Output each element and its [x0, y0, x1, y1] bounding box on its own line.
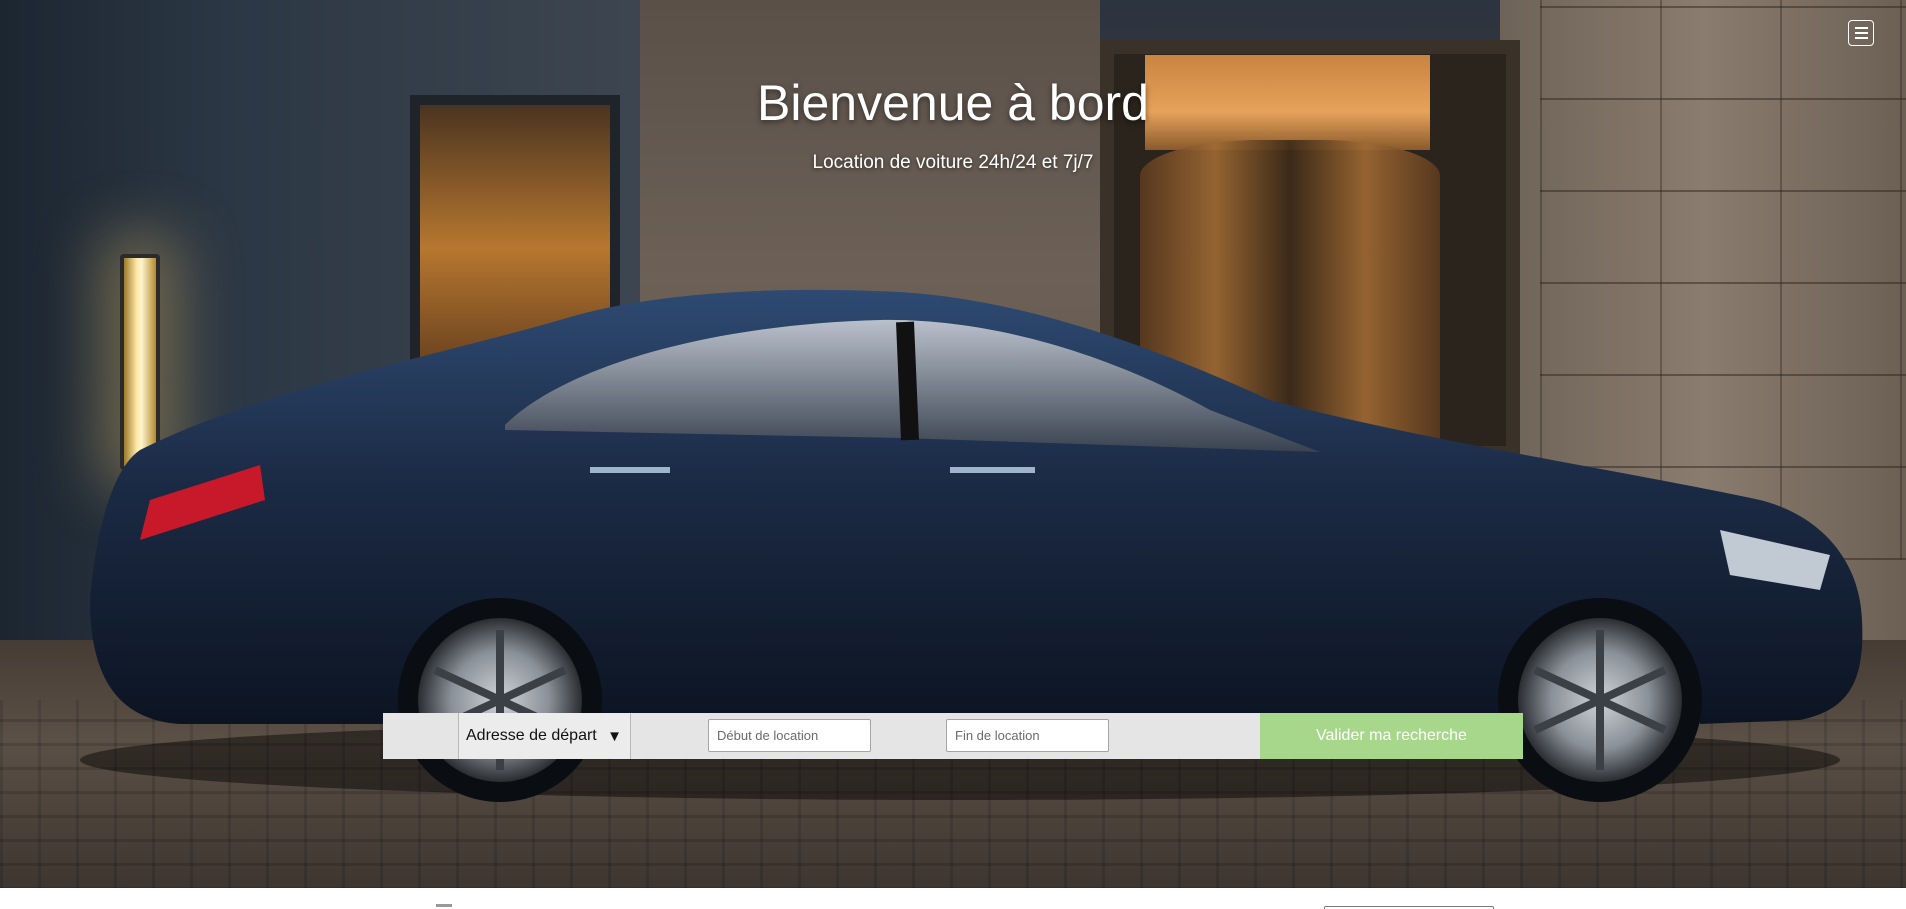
menu-line — [1854, 27, 1868, 29]
search-form: Adresse de départ ▼ Valider ma recherche — [383, 713, 1523, 759]
submit-search-button[interactable]: Valider ma recherche — [1260, 713, 1523, 759]
menu-line — [1854, 32, 1868, 34]
search-bar-spacer — [383, 713, 458, 759]
rental-start-input[interactable] — [708, 719, 871, 752]
rental-end-input[interactable] — [946, 719, 1109, 752]
hero-title: Bienvenue à bord — [757, 75, 1149, 131]
departure-address-select[interactable]: Adresse de départ ▼ — [458, 713, 631, 759]
caret-down-icon: ▼ — [607, 727, 622, 745]
hero-subtitle: Location de voiture 24h/24 et 7j/7 — [812, 152, 1094, 173]
below-hero-mark — [436, 904, 452, 907]
departure-address-label: Adresse de départ — [466, 727, 597, 744]
hero-section: Bienvenue à bord Location de voiture 24h… — [0, 0, 1906, 888]
menu-line — [1854, 37, 1868, 39]
below-hero-section — [0, 888, 1906, 909]
car-b-pillar — [896, 321, 919, 441]
hamburger-menu-icon[interactable] — [1848, 20, 1874, 46]
